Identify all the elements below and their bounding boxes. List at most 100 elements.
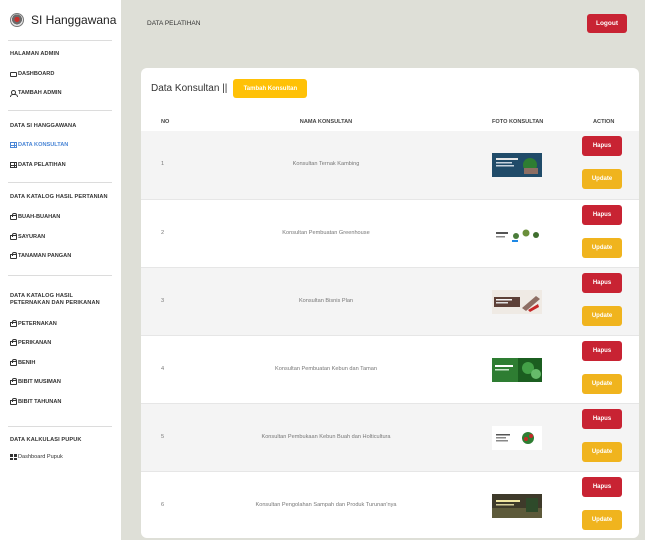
sidebar-item-label: PERIKANAN bbox=[18, 340, 52, 346]
sidebar-item-label: DASHBOARD bbox=[18, 71, 55, 77]
column-header-no: NO bbox=[161, 119, 170, 125]
consultant-name: Konsultan Pembukaan Kebun Buah dan Holti… bbox=[261, 434, 391, 440]
column-header-name: NAMA KONSULTAN bbox=[299, 119, 353, 125]
table-icon bbox=[10, 162, 17, 168]
table-row: 4 Konsultan Pembuatan Kebun dan Taman Ha… bbox=[141, 336, 639, 404]
delete-button[interactable]: Hapus bbox=[582, 409, 622, 429]
sidebar-item-label: BUAH-BUAHAN bbox=[18, 214, 61, 220]
sidebar-item-perikanan[interactable]: PERIKANAN bbox=[10, 339, 52, 346]
sidebar-divider bbox=[8, 110, 112, 111]
update-button[interactable]: Update bbox=[582, 238, 622, 258]
sidebar-item-peternakan[interactable]: PETERNAKAN bbox=[10, 320, 57, 327]
sidebar-item-data-pelatihan[interactable]: DATA PELATIHAN bbox=[10, 162, 66, 168]
table-row: 2 Konsultan Pembuatan Greenhouse Hapus U… bbox=[141, 200, 639, 268]
consultant-photo bbox=[492, 290, 542, 314]
delete-button[interactable]: Hapus bbox=[582, 477, 622, 497]
row-number: 3 bbox=[161, 298, 165, 304]
main-content: DATA PELATIHAN Logout Data Konsultan || … bbox=[121, 0, 645, 540]
card-title: Data Konsultan || bbox=[151, 83, 228, 94]
delete-button[interactable]: Hapus bbox=[582, 136, 622, 156]
table-row: 6 Konsultan Pengolahan Sampah dan Produk… bbox=[141, 472, 639, 538]
sidebar-item-data-konsultan[interactable]: DATA KONSULTAN bbox=[10, 142, 68, 148]
consultant-name: Konsultan Ternak Kambing bbox=[292, 161, 360, 167]
consultant-photo bbox=[492, 426, 542, 450]
update-button[interactable]: Update bbox=[582, 442, 622, 462]
consultant-name: Konsultan Pengolahan Sampah dan Produk T… bbox=[255, 502, 397, 508]
update-button[interactable]: Update bbox=[582, 374, 622, 394]
row-number: 4 bbox=[161, 366, 165, 372]
section-title-katalog-pertanian: DATA KATALOG HASIL PERTANIAN bbox=[10, 194, 108, 200]
users-icon bbox=[10, 90, 18, 97]
bag-icon bbox=[10, 378, 17, 385]
brand-name: SI Hanggawana bbox=[31, 13, 117, 27]
bag-icon bbox=[10, 320, 17, 327]
bag-icon bbox=[10, 213, 17, 220]
consultant-card: Data Konsultan || Tambah Konsultan NO NA… bbox=[141, 68, 639, 538]
consultant-name: Konsultan Pembuatan Greenhouse bbox=[282, 230, 370, 236]
bag-icon bbox=[10, 339, 17, 346]
sidebar-item-bibit-musiman[interactable]: BIBIT MUSIMAN bbox=[10, 378, 61, 385]
sidebar-divider bbox=[8, 40, 112, 41]
sidebar-item-label: SAYURAN bbox=[18, 234, 46, 240]
sidebar-item-label: DATA PELATIHAN bbox=[18, 162, 66, 168]
table-icon bbox=[10, 142, 17, 148]
add-consultant-button[interactable]: Tambah Konsultan bbox=[233, 79, 308, 98]
table-row: 3 Konsultan Bisnis Plan Hapus Update bbox=[141, 268, 639, 336]
sidebar-item-sayuran[interactable]: SAYURAN bbox=[10, 233, 46, 240]
sidebar-item-buah-buahan[interactable]: BUAH-BUAHAN bbox=[10, 213, 61, 220]
sidebar-item-tanaman-pangan[interactable]: TANAMAN PANGAN bbox=[10, 252, 72, 259]
brand[interactable]: SI Hanggawana bbox=[0, 0, 121, 40]
sidebar-item-label: TANAMAN PANGAN bbox=[18, 253, 72, 259]
consultant-photo bbox=[492, 153, 542, 177]
table-row: 1 Konsultan Ternak Kambing Hapus Update bbox=[141, 131, 639, 199]
update-button[interactable]: Update bbox=[582, 169, 622, 189]
monitor-icon bbox=[10, 71, 17, 77]
sidebar-item-dashboard-pupuk[interactable]: Dashboard Pupuk bbox=[10, 454, 63, 460]
delete-button[interactable]: Hapus bbox=[582, 205, 622, 225]
section-title-kalkulasi-pupuk: DATA KALKULASI PUPUK bbox=[10, 437, 82, 443]
sidebar-divider bbox=[8, 275, 112, 276]
sidebar-item-label: TAMBAH ADMIN bbox=[18, 90, 62, 96]
sidebar-item-label: BIBIT TAHUNAN bbox=[18, 399, 62, 405]
consultant-name: Konsultan Pembuatan Kebun dan Taman bbox=[275, 366, 377, 372]
consultant-photo bbox=[492, 358, 542, 382]
logo-icon bbox=[10, 13, 24, 27]
section-title-katalog-peternakan: DATA KATALOG HASIL PETERNAKAN DAN PERIKA… bbox=[10, 293, 100, 306]
row-number: 5 bbox=[161, 434, 165, 440]
bag-icon bbox=[10, 233, 17, 240]
consultant-photo bbox=[492, 494, 542, 518]
sidebar-divider bbox=[8, 426, 112, 427]
sidebar-item-tambah-admin[interactable]: TAMBAH ADMIN bbox=[10, 90, 62, 97]
sidebar-divider bbox=[8, 182, 112, 183]
sidebar-item-label: DATA KONSULTAN bbox=[18, 142, 69, 148]
row-number: 6 bbox=[161, 502, 165, 508]
sidebar-item-bibit-tahunan[interactable]: BIBIT TAHUNAN bbox=[10, 398, 62, 405]
sidebar-item-label: BIBIT MUSIMAN bbox=[18, 379, 61, 385]
card-header: Data Konsultan || Tambah Konsultan bbox=[151, 79, 308, 98]
logout-button[interactable]: Logout bbox=[587, 14, 627, 33]
row-number: 2 bbox=[161, 230, 165, 236]
bag-icon bbox=[10, 252, 17, 259]
column-header-photo: FOTO KONSULTAN bbox=[492, 119, 544, 125]
section-title-halaman-admin: HALAMAN ADMIN bbox=[10, 51, 60, 57]
section-title-data-si-hanggawana: DATA SI HANGGAWANA bbox=[10, 123, 77, 129]
sidebar-item-benih[interactable]: BENIH bbox=[10, 359, 36, 366]
row-number: 1 bbox=[161, 161, 165, 167]
sidebar: SI Hanggawana HALAMAN ADMIN DASHBOARD TA… bbox=[0, 0, 121, 540]
column-header-action: ACTION bbox=[593, 119, 615, 125]
consultant-photo bbox=[492, 222, 542, 246]
page-title: DATA PELATIHAN bbox=[147, 20, 201, 27]
consultant-name: Konsultan Bisnis Plan bbox=[298, 298, 354, 304]
sidebar-item-label: PETERNAKAN bbox=[18, 321, 57, 327]
dashboard-icon bbox=[10, 454, 17, 460]
delete-button[interactable]: Hapus bbox=[582, 341, 622, 361]
sidebar-item-dashboard[interactable]: DASHBOARD bbox=[10, 71, 54, 77]
bag-icon bbox=[10, 359, 17, 366]
sidebar-item-label: BENIH bbox=[18, 360, 36, 366]
update-button[interactable]: Update bbox=[582, 306, 622, 326]
bag-icon bbox=[10, 398, 17, 405]
delete-button[interactable]: Hapus bbox=[582, 273, 622, 293]
sidebar-item-label: Dashboard Pupuk bbox=[18, 454, 63, 460]
table-row: 5 Konsultan Pembukaan Kebun Buah dan Hol… bbox=[141, 404, 639, 472]
update-button[interactable]: Update bbox=[582, 510, 622, 530]
